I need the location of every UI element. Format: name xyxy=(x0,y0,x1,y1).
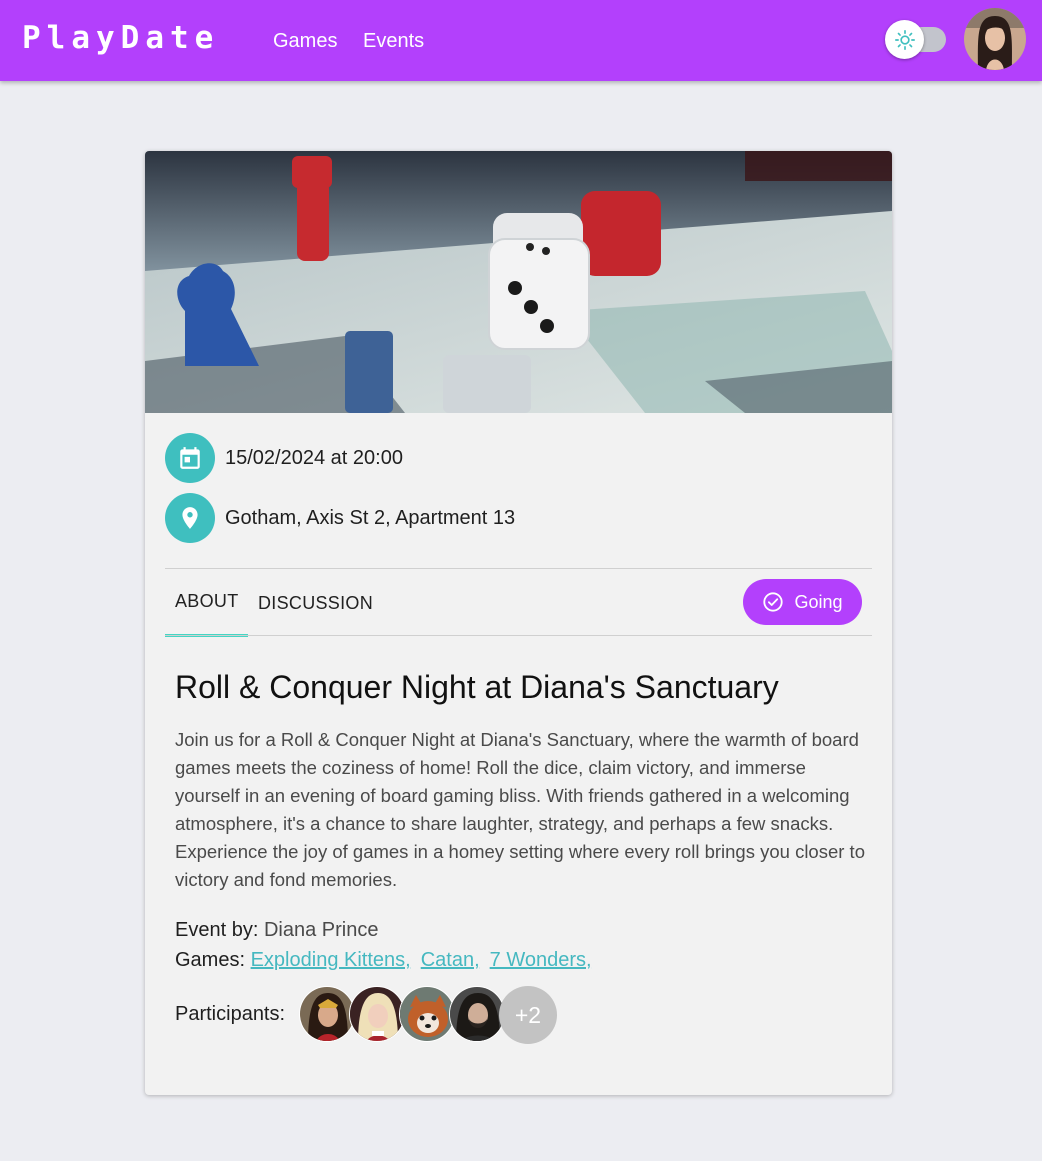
event-date-row: 15/02/2024 at 20:00 xyxy=(165,433,403,483)
divider-tabs xyxy=(165,635,872,636)
participant-avatar[interactable] xyxy=(349,986,405,1042)
host-label: Event by: xyxy=(175,919,259,941)
host-name: Diana Prince xyxy=(263,919,379,941)
participant-avatar[interactable] xyxy=(299,986,355,1042)
event-title: Roll & Conquer Night at Diana's Sanctuar… xyxy=(175,669,779,705)
nav-link-games[interactable]: Games xyxy=(273,30,337,53)
participant-avatar[interactable] xyxy=(399,986,455,1042)
app-logo[interactable]: PlayDate xyxy=(22,20,219,56)
event-host: Event by: Diana Prince xyxy=(175,919,378,942)
location-pin-icon xyxy=(165,493,215,543)
divider-top xyxy=(165,568,872,569)
event-games: Games: Exploding Kittens, Catan, 7 Wonders… xyxy=(175,949,602,972)
event-card: 15/02/2024 at 20:00 Gotham, Axis St 2, A… xyxy=(145,151,892,1095)
check-circle-icon xyxy=(763,592,784,612)
games-label: Games: xyxy=(175,949,246,971)
participants-label: Participants: xyxy=(175,1003,286,1025)
game-link-exploding-kittens[interactable]: Exploding Kittens, xyxy=(251,949,411,971)
top-navbar: PlayDate Games Events xyxy=(0,0,1042,81)
sun-icon xyxy=(894,29,915,50)
participant-avatar[interactable] xyxy=(449,986,505,1042)
event-cover-image xyxy=(145,151,892,413)
calendar-icon xyxy=(165,433,215,483)
event-date: 15/02/2024 at 20:00 xyxy=(225,446,403,469)
tab-about[interactable]: ABOUT xyxy=(175,591,239,612)
tab-discussion[interactable]: DISCUSSION xyxy=(258,593,373,614)
game-link-7-wonders[interactable]: 7 Wonders, xyxy=(490,949,592,971)
more-participants-badge[interactable]: +2 xyxy=(499,986,557,1044)
user-avatar[interactable] xyxy=(964,8,1026,70)
going-button[interactable]: Going xyxy=(743,579,862,625)
event-location: Gotham, Axis St 2, Apartment 13 xyxy=(225,506,516,529)
event-description: Join us for a Roll & Conquer Night at Di… xyxy=(175,729,865,890)
going-button-label: Going xyxy=(794,591,843,612)
nav-link-events[interactable]: Events xyxy=(363,30,424,53)
game-link-catan[interactable]: Catan, xyxy=(421,949,480,971)
theme-toggle[interactable] xyxy=(885,20,924,59)
event-location-row: Gotham, Axis St 2, Apartment 13 xyxy=(165,493,515,543)
